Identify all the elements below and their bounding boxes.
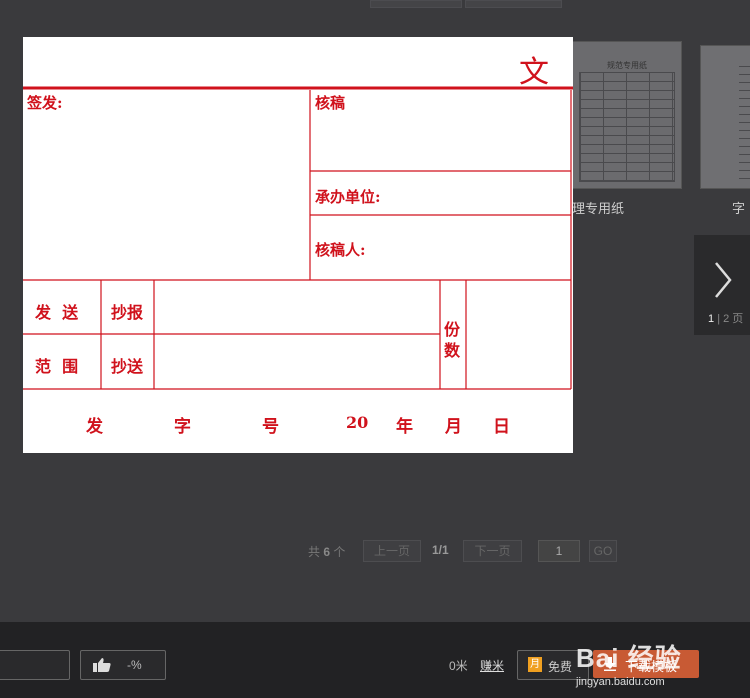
template-thumbnail-1[interactable]: 规范专用纸 — [572, 41, 682, 189]
watermark-brand: Bai 经验 — [576, 643, 682, 673]
free-label: 免费 — [548, 660, 573, 674]
distribution-label-line1: 发 送 — [35, 303, 79, 322]
handling-unit-label: 承办单位: — [315, 188, 381, 206]
thumbnail-title: 规范专用纸 — [607, 61, 647, 70]
footer-hao: 号 — [262, 417, 279, 437]
go-button[interactable]: GO — [589, 540, 617, 562]
footer-ri: 日 — [493, 417, 510, 437]
baidu-jingyan-watermark: Bai 经验 jingyan.baidu.com — [574, 636, 750, 696]
pager-total-prefix: 共 — [308, 545, 321, 559]
distribution-label-line2: 范 围 — [35, 357, 79, 376]
prev-page-button[interactable]: 上一页 — [363, 540, 421, 562]
thumbnail-grid — [739, 64, 750, 179]
footer-year-prefix: 20 — [346, 413, 369, 432]
meters-balance: 0米 — [449, 659, 468, 673]
top-tab-strip — [370, 0, 462, 8]
free-badge-icon: 月 — [528, 657, 542, 672]
footer-zi: 字 — [174, 417, 191, 437]
carousel-current-page: 1 — [708, 313, 715, 325]
next-page-button[interactable]: 下一页 — [463, 540, 522, 562]
template-thumbnail-2[interactable] — [700, 45, 750, 189]
thumbs-up-icon — [93, 658, 111, 672]
check-label: 核稿 — [315, 94, 346, 112]
thumbnail-grid — [579, 72, 675, 182]
copy-to-label: 抄送 — [111, 357, 144, 376]
pager-total-count: 6 — [323, 545, 331, 559]
thumbnail-1-caption[interactable]: 理专用纸 — [572, 198, 624, 217]
thumbnail-2-caption[interactable]: 字 — [732, 198, 745, 217]
pager-total-suffix: 个 — [333, 545, 346, 559]
bottom-left-box[interactable] — [0, 650, 70, 680]
earn-meters-link[interactable]: 赚米 — [480, 657, 504, 674]
carousel-page-indicator: 1 | 2 页 — [708, 310, 743, 326]
pager-current: 1/1 — [432, 543, 449, 557]
footer-yue: 月 — [445, 417, 462, 437]
pager: 共 6 个 上一页 1/1 下一页 GO — [0, 540, 750, 562]
page-number-input[interactable] — [538, 540, 580, 562]
carousel-page-rest: | 2 页 — [717, 313, 744, 325]
watermark-url: jingyan.baidu.com — [576, 676, 665, 688]
next-page-arrow-button[interactable]: 1 | 2 页 — [694, 235, 750, 335]
top-tab-strip-2 — [465, 0, 562, 8]
like-percentage: -% — [127, 658, 142, 672]
footer-nian: 年 — [396, 417, 413, 437]
footer-fa: 发 — [86, 417, 103, 437]
chevron-right-icon — [715, 262, 732, 298]
document-type-char: 文 — [519, 55, 549, 90]
form-lines — [23, 86, 573, 390]
copies-label-line2: 数 — [444, 341, 461, 360]
like-button[interactable]: -% — [80, 650, 166, 680]
template-preview-image: 文 签发: 核稿 承办单位: 核稿人: 发 送 范 围 抄报 抄送 份 数 发 … — [23, 37, 573, 453]
pager-total: 共 6 个 — [308, 543, 345, 560]
report-to-label: 抄报 — [111, 303, 144, 322]
sign-label: 签发: — [27, 94, 63, 112]
checker-label: 核稿人: — [315, 241, 366, 259]
